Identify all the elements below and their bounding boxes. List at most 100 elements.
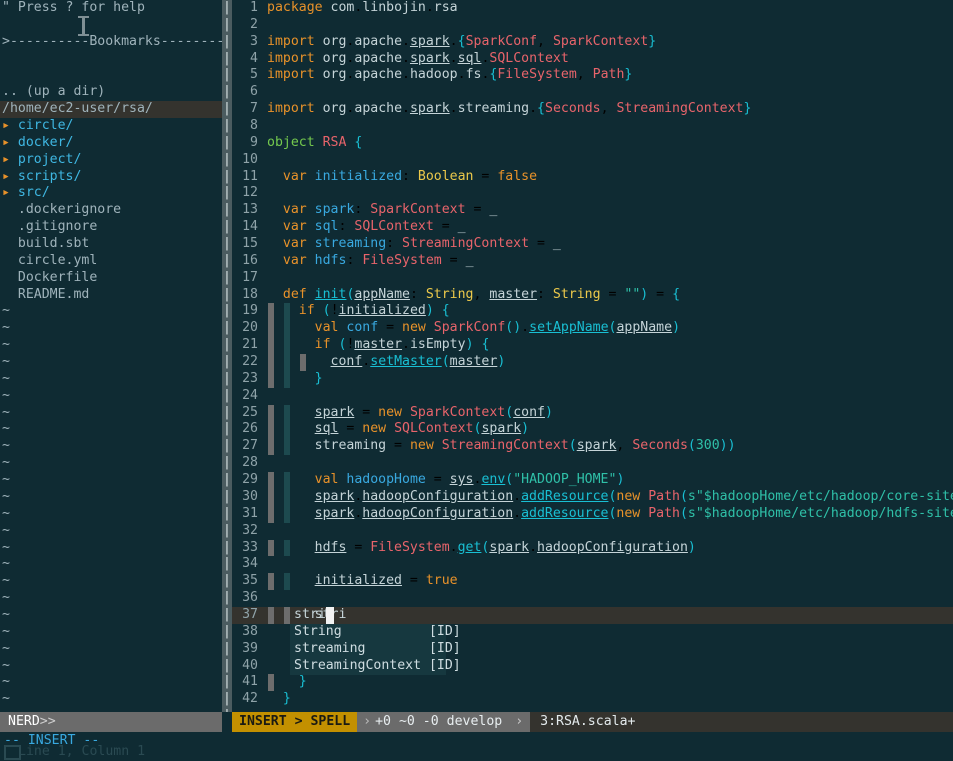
editor-line[interactable]: 21 if (!master.isEmpty) { <box>232 337 953 355</box>
nerdtree-dir-item[interactable]: ▸ src/ <box>0 185 222 202</box>
line-number: 23 <box>242 370 258 386</box>
nerdtree-statusline: NERD>> <box>0 712 222 732</box>
editor-line[interactable]: 42 } <box>232 691 953 708</box>
line-content: spark.hadoopConfiguration.addResource(ne… <box>314 505 953 521</box>
line-content: var hdfs: FileSystem = _ <box>282 252 474 268</box>
line-content: spark = new SparkContext(conf) <box>314 404 553 420</box>
nerdtree-file-item[interactable]: circle.yml <box>0 253 222 270</box>
autocomplete-item-kind: [ID] <box>428 624 461 640</box>
editor-line[interactable]: 9 object RSA { <box>232 135 953 152</box>
line-number: 5 <box>250 67 258 83</box>
editor-line[interactable]: 7 import org.apache.spark.streaming.{Seco… <box>232 101 953 118</box>
autocomplete-item[interactable]: streaming [ID] <box>290 641 461 658</box>
nerdtree-dir-item[interactable]: ▸ project/ <box>0 152 222 169</box>
split-bar-glyph: | <box>223 134 231 150</box>
nerdtree-empty-line: ~ <box>2 573 10 589</box>
nerdtree-help-hint: " Press ? for help <box>2 0 145 15</box>
status-git-removed: -0 <box>422 714 439 729</box>
editor-line[interactable]: 8 <box>232 118 953 135</box>
editor-line[interactable]: 33 hdfs = FileSystem.get(spark.hadoopCon… <box>232 539 953 557</box>
split-bar-glyph: | <box>223 455 231 471</box>
editor-line[interactable]: 23 } <box>232 370 953 388</box>
editor-line[interactable]: 28 <box>232 455 953 472</box>
split-bar-glyph: | <box>223 168 231 184</box>
split-bar-glyph: | <box>223 286 231 302</box>
editor-line[interactable]: 1 package com.linbojin.rsa <box>232 0 953 17</box>
editor-line[interactable]: 13 var spark: SparkContext = _ <box>232 202 953 219</box>
line-number: 42 <box>242 691 258 707</box>
editor-line[interactable]: 3 import org.apache.spark.{SparkConf, Spa… <box>232 34 953 51</box>
nerdtree-dir-item[interactable]: ▸ scripts/ <box>0 169 222 186</box>
nerdtree-file-item[interactable]: .gitignore <box>0 219 222 236</box>
ghost-position-text: Line 1, Column 1 <box>18 744 146 759</box>
editor-line[interactable]: 16 var hdfs: FileSystem = _ <box>232 253 953 270</box>
autocomplete-item[interactable]: String [ID] <box>290 624 461 641</box>
autocomplete-item-word: String <box>294 624 429 640</box>
line-number: 6 <box>250 84 258 100</box>
editor-line[interactable]: 27 streaming = new StreamingContext(spar… <box>232 438 953 456</box>
vim-window: " Press ? for help >----------Bookmarks--… <box>0 0 953 760</box>
editor-line[interactable]: 22 conf.setMaster(master) <box>232 354 953 371</box>
editor-line[interactable]: 6 <box>232 84 953 101</box>
editor-line[interactable]: 34 <box>232 556 953 573</box>
split-bar-glyph: | <box>223 404 231 420</box>
nerdtree-dir-item[interactable]: ▸ circle/ <box>0 118 222 135</box>
typed-prefix: stri <box>294 607 326 623</box>
autocomplete-popup[interactable]: String [ID] streaming [ID] StreamingContex… <box>290 624 461 675</box>
editor-line[interactable]: 24 <box>232 388 953 405</box>
nerdtree-empty-line: ~ <box>2 505 10 521</box>
editor-line[interactable]: 17 <box>232 270 953 287</box>
line-number: 9 <box>250 134 258 150</box>
editor-line[interactable]: 30 spark.hadoopConfiguration.addResource… <box>232 488 953 506</box>
statusline: NERD>> INSERT > SPELL › +0 ~0 -0 develop … <box>0 712 953 732</box>
editor-line[interactable]: 4 import org.apache.spark.sql.SQLContext <box>232 51 953 68</box>
editor-line[interactable]: 26 sql = new SQLContext(spark) <box>232 421 953 439</box>
line-content: streaming = new StreamingContext(spark, … <box>314 438 736 454</box>
nerdtree-empty-line: ~ <box>2 303 10 319</box>
code-editor-pane[interactable]: 1 package com.linbojin.rsa 2 3 import org.ap… <box>232 0 953 712</box>
editor-line[interactable]: 14 var sql: SQLContext = _ <box>232 219 953 236</box>
editor-line[interactable]: 35 initialized = true <box>232 573 953 591</box>
line-number: 4 <box>250 50 258 66</box>
editor-line[interactable]: 20 val conf = new SparkConf().setAppName… <box>232 320 953 338</box>
nerdtree-file-item[interactable]: .dockerignore <box>0 202 222 219</box>
editor-line[interactable]: 10 <box>232 152 953 169</box>
line-number: 29 <box>242 472 258 488</box>
status-branch-name: develop <box>446 714 503 729</box>
nerdtree-up-a-dir[interactable]: .. (up a dir) <box>0 84 222 101</box>
editor-line[interactable]: 32 <box>232 523 953 540</box>
editor-line[interactable]: 12 <box>232 185 953 202</box>
line-number: 40 <box>242 657 258 673</box>
nerdtree-file-item[interactable]: README.md <box>0 287 222 304</box>
split-bar-glyph: | <box>223 269 231 285</box>
line-content: sql = new SQLContext(spark) <box>314 421 530 437</box>
nerdtree-file-item[interactable]: build.sbt <box>0 236 222 253</box>
line-number: 34 <box>242 556 258 572</box>
nerdtree-current-directory[interactable]: /home/ec2-user/rsa/ <box>0 101 222 119</box>
nerdtree-empty-line: ~ <box>2 623 10 639</box>
line-content: package com.linbojin.rsa <box>267 0 458 15</box>
editor-line[interactable]: 18 def init(appName: String, master: Str… <box>232 287 953 304</box>
editor-line[interactable]: 31 spark.hadoopConfiguration.addResource… <box>232 505 953 523</box>
nerdtree-pane[interactable]: " Press ? for help >----------Bookmarks--… <box>0 0 222 712</box>
nerdtree-dir-item[interactable]: ▸ docker/ <box>0 135 222 152</box>
nerdtree-empty-line: ~ <box>2 606 10 622</box>
editor-line[interactable]: 36 <box>232 590 953 607</box>
editor-line[interactable]: 37 stri <box>232 606 953 624</box>
editor-line[interactable]: 19 if (!initialized) { <box>232 303 953 321</box>
editor-line[interactable]: 29 val hadoopHome = sys.env("HADOOP_HOME… <box>232 472 953 489</box>
line-content: conf.setMaster(master) <box>330 354 506 370</box>
line-number: 12 <box>242 185 258 201</box>
editor-line[interactable]: 5 import org.apache.hadoop.fs.{FileSystem… <box>232 67 953 84</box>
editor-line[interactable]: 25 spark = new SparkContext(conf) <box>232 404 953 422</box>
editor-line[interactable]: 2 <box>232 17 953 34</box>
editor-line[interactable]: 11 var initialized: Boolean = false <box>232 169 953 186</box>
editor-line[interactable]: 15 var streaming: StreamingContext = _ <box>232 236 953 253</box>
autocomplete-item[interactable]: StreamingContext [ID] <box>290 658 461 675</box>
split-bar-glyph: | <box>223 101 231 117</box>
editor-line[interactable]: 41 } <box>232 674 953 692</box>
line-number: 33 <box>242 539 258 555</box>
nerdtree-file-item[interactable]: Dockerfile <box>0 270 222 287</box>
line-number: 30 <box>242 488 258 504</box>
